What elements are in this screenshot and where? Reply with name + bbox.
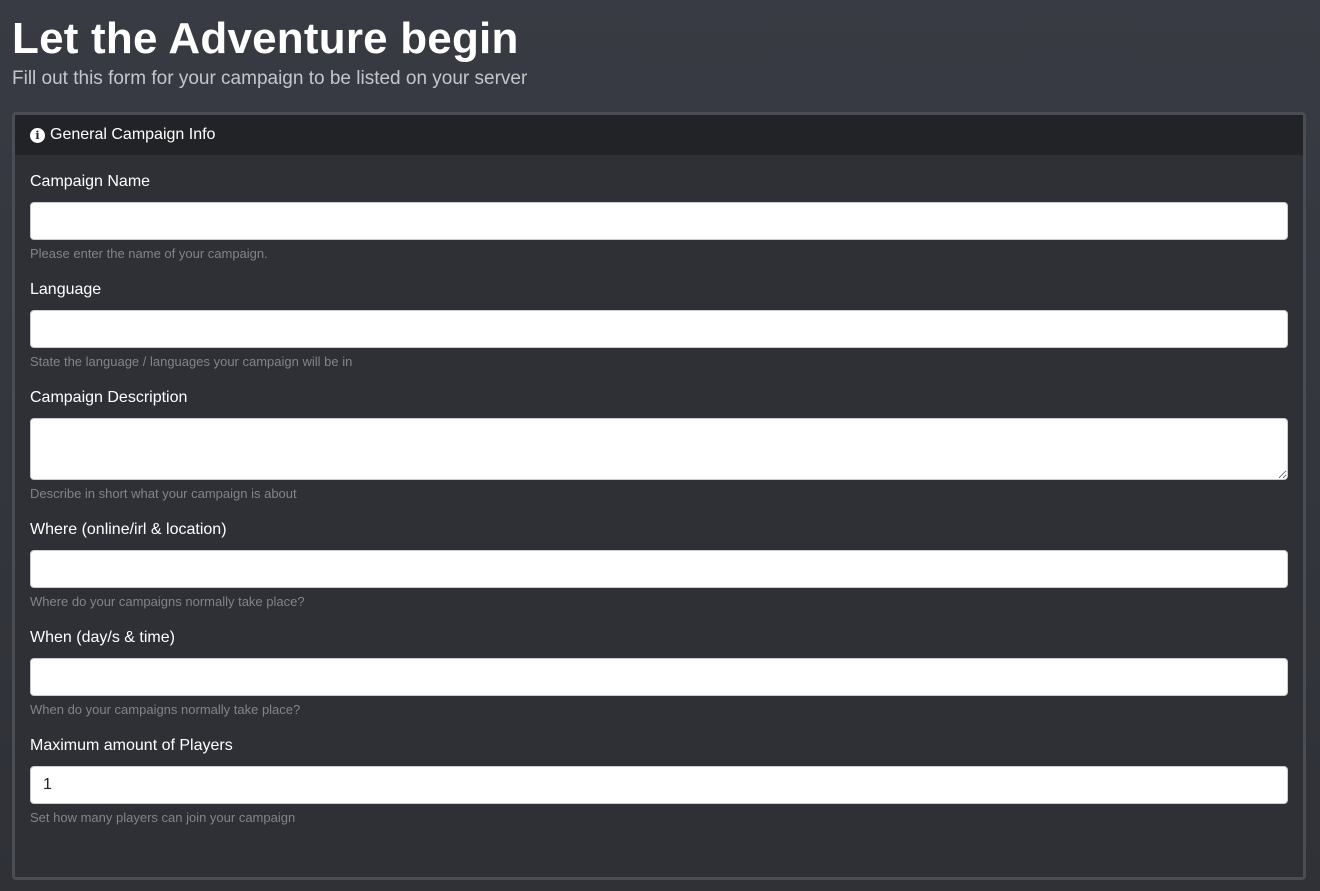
when-help: When do your campaigns normally take pla… — [30, 702, 301, 717]
page-subtitle: Fill out this form for your campaign to … — [12, 68, 528, 89]
when-label: When (day/s & time) — [30, 629, 175, 646]
language-input[interactable] — [30, 310, 1288, 348]
max-players-label: Maximum amount of Players — [30, 737, 233, 754]
campaign-name-label: Campaign Name — [30, 173, 151, 190]
card-header: i General Campaign Info — [15, 115, 1303, 155]
max-players-input[interactable] — [30, 766, 1288, 804]
max-players-help: Set how many players can join your campa… — [30, 810, 296, 825]
campaign-name-group: Campaign Name Please enter the name of y… — [30, 172, 1288, 261]
page: Let the Adventure begin Fill out this fo… — [0, 0, 1320, 891]
card-body: Campaign Name Please enter the name of y… — [15, 155, 1303, 825]
description-help: Describe in short what your campaign is … — [30, 486, 297, 501]
where-help: Where do your campaigns normally take pl… — [30, 594, 305, 609]
general-info-card: i General Campaign Info Campaign Name Pl… — [12, 112, 1306, 880]
where-label: Where (online/irl & location) — [30, 521, 227, 538]
where-group: Where (online/irl & location) Where do y… — [30, 520, 1288, 609]
card-header-title: General Campaign Info — [50, 126, 216, 143]
when-group: When (day/s & time) When do your campaig… — [30, 628, 1288, 717]
description-textarea[interactable] — [30, 418, 1288, 480]
max-players-group: Maximum amount of Players Set how many p… — [30, 736, 1288, 825]
where-input[interactable] — [30, 550, 1288, 588]
page-title: Let the Adventure begin — [12, 14, 519, 63]
campaign-name-help: Please enter the name of your campaign. — [30, 246, 268, 261]
campaign-name-input[interactable] — [30, 202, 1288, 240]
when-input[interactable] — [30, 658, 1288, 696]
info-circle-icon: i — [30, 127, 45, 143]
language-label: Language — [30, 281, 102, 298]
description-group: Campaign Description Describe in short w… — [30, 388, 1288, 501]
language-group: Language State the language / languages … — [30, 280, 1288, 369]
description-label: Campaign Description — [30, 389, 188, 406]
language-help: State the language / languages your camp… — [30, 354, 353, 369]
